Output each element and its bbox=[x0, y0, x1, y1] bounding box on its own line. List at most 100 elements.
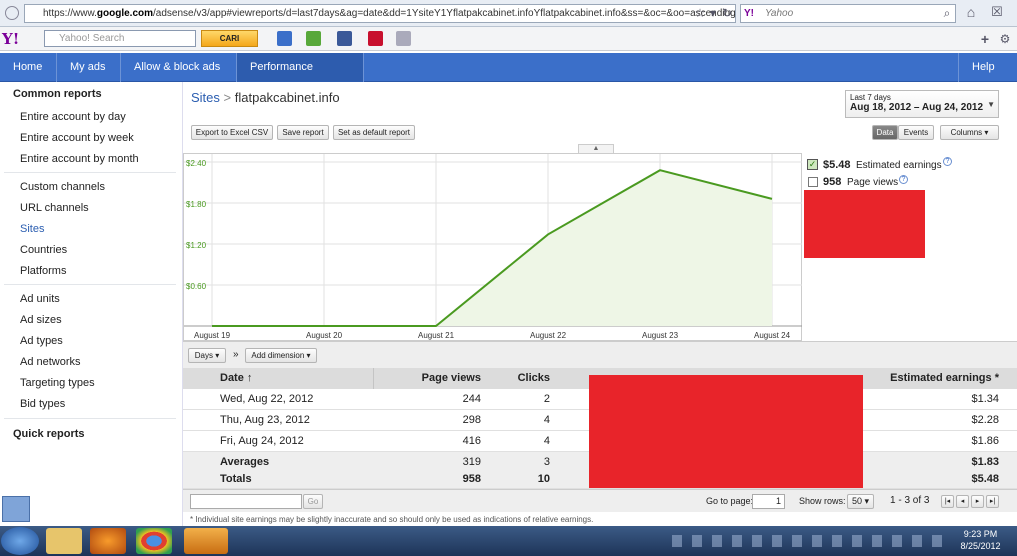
chart-svg: $2.40 $1.80 $1.20 $0.60 August 19 August 20 A… bbox=[184, 154, 803, 340]
col-earnings-header[interactable]: Estimated earnings * bbox=[890, 368, 999, 389]
sidebar-item-ad-sizes[interactable]: Ad sizes bbox=[20, 314, 62, 326]
yahoo-search-input[interactable]: Yahoo! Search bbox=[44, 30, 196, 47]
tab-home[interactable]: Home bbox=[0, 53, 57, 82]
set-default-report-button[interactable]: Set as default report bbox=[333, 125, 415, 140]
quick-reports-heading[interactable]: Quick reports bbox=[13, 428, 85, 440]
data-toggle-button[interactable]: Data bbox=[872, 125, 898, 140]
start-button-icon[interactable] bbox=[1, 527, 39, 555]
add-dimension-dropdown[interactable]: Add dimension ▾ bbox=[245, 348, 317, 363]
sidebar-item-account-week[interactable]: Entire account by week bbox=[20, 132, 134, 144]
totals-label: Totals bbox=[220, 473, 252, 485]
refresh-icon[interactable]: ↻ bbox=[720, 6, 734, 20]
search-icon[interactable]: ⌕ bbox=[940, 6, 954, 20]
chrome-taskbar-icon[interactable] bbox=[136, 528, 172, 554]
pagination-range: 1 - 3 of 3 bbox=[890, 495, 930, 506]
yahoo-logo[interactable]: Y! bbox=[2, 30, 19, 48]
earnings-area bbox=[212, 170, 772, 326]
export-csv-button[interactable]: Export to Excel CSV bbox=[191, 125, 273, 140]
x-tick-label: August 21 bbox=[418, 331, 455, 340]
add-dimension-label: Add dimension bbox=[251, 351, 305, 360]
sidebar-item-bid-types[interactable]: Bid types bbox=[20, 398, 65, 410]
last-page-icon[interactable]: ▸| bbox=[986, 495, 999, 508]
facebook-icon[interactable] bbox=[337, 31, 352, 46]
sidebar-item-sites[interactable]: Sites bbox=[20, 223, 44, 235]
cari-button[interactable]: CARI bbox=[201, 30, 258, 47]
tab-my-ads[interactable]: My ads bbox=[57, 53, 121, 82]
app-taskbar-icon[interactable] bbox=[184, 528, 228, 554]
total-clicks: 10 bbox=[537, 473, 550, 485]
go-button[interactable]: Go bbox=[303, 494, 323, 509]
sidebar-item-ad-units[interactable]: Ad units bbox=[20, 293, 60, 305]
sidebar-item-custom-channels[interactable]: Custom channels bbox=[20, 181, 105, 193]
prev-page-icon[interactable]: ◂ bbox=[956, 495, 969, 508]
pageviews-checkbox[interactable] bbox=[808, 177, 818, 187]
next-page-icon[interactable]: ▸ bbox=[971, 495, 984, 508]
earnings-help-icon[interactable]: ? bbox=[943, 157, 952, 166]
columns-button[interactable]: Columns ▾ bbox=[940, 125, 999, 140]
pageviews-label: Page views bbox=[847, 177, 899, 188]
earnings-checkbox[interactable]: ✓ bbox=[807, 159, 818, 170]
sidebar-item-platforms[interactable]: Platforms bbox=[20, 265, 66, 277]
sidebar-item-countries[interactable]: Countries bbox=[20, 244, 67, 256]
explorer-taskbar-icon[interactable] bbox=[46, 528, 82, 554]
redacted-block bbox=[589, 375, 863, 488]
collapse-chart-icon[interactable]: ▲ bbox=[578, 144, 614, 153]
data-label: Data bbox=[876, 128, 894, 137]
firefox-taskbar-icon[interactable] bbox=[90, 528, 126, 554]
tab-help-label: Help bbox=[972, 61, 995, 73]
cell-pageviews: 298 bbox=[462, 414, 481, 426]
star-icon[interactable]: ☆ bbox=[693, 6, 707, 20]
col-pageviews-header[interactable]: Page views bbox=[422, 368, 481, 389]
y-tick-label: $1.20 bbox=[186, 241, 207, 250]
sidebar-item-targeting-types[interactable]: Targeting types bbox=[20, 377, 95, 389]
tab-help[interactable]: Help bbox=[958, 53, 1007, 82]
col-clicks-header[interactable]: Clicks bbox=[518, 368, 550, 389]
browser-search-field[interactable]: Y! Yahoo bbox=[740, 4, 956, 23]
days-dropdown[interactable]: Days ▾ bbox=[188, 348, 226, 363]
x-tick-label: August 19 bbox=[194, 331, 231, 340]
col-date-header[interactable]: Date ↑ bbox=[220, 368, 252, 389]
sidebar-item-ad-networks[interactable]: Ad networks bbox=[20, 356, 81, 368]
date-range-picker[interactable]: Last 7 days Aug 18, 2012 – Aug 24, 2012 … bbox=[845, 90, 999, 118]
page-icon[interactable] bbox=[396, 31, 411, 46]
y-tick-label: $2.40 bbox=[186, 159, 207, 168]
flickr-icon[interactable] bbox=[368, 31, 383, 46]
mail-icon[interactable] bbox=[277, 31, 292, 46]
tab-allow-block-ads[interactable]: Allow & block ads bbox=[121, 53, 237, 82]
cell-date: Wed, Aug 22, 2012 bbox=[220, 393, 314, 405]
earnings-total: $5.48 bbox=[823, 159, 851, 171]
settings-icon[interactable]: ⚙ bbox=[998, 32, 1012, 46]
url-field[interactable]: https://www.google.com/adsense/v3/app#vi… bbox=[24, 4, 736, 23]
system-tray-icons[interactable] bbox=[672, 535, 942, 547]
first-page-icon[interactable]: |◂ bbox=[941, 495, 954, 508]
y-tick-label: $0.60 bbox=[186, 282, 207, 291]
back-icon[interactable] bbox=[5, 6, 19, 20]
rows-per-page-select[interactable]: 50 ▾ bbox=[847, 494, 874, 509]
home-icon[interactable]: ⌂ bbox=[964, 5, 978, 19]
cell-date: Thu, Aug 23, 2012 bbox=[220, 414, 310, 426]
close-tab-icon[interactable]: ☒ bbox=[990, 5, 1004, 19]
add-icon[interactable]: + bbox=[978, 32, 992, 46]
earnings-chart: $2.40 $1.80 $1.20 $0.60 August 19 August 20 A… bbox=[183, 153, 803, 341]
taskbar-clock[interactable]: 9:23 PM 8/25/2012 bbox=[948, 528, 1013, 552]
sidebar-divider bbox=[4, 172, 176, 173]
dropdown-icon[interactable]: ▾ bbox=[706, 6, 720, 20]
page-input[interactable]: 1 bbox=[752, 494, 785, 509]
sidebar-item-ad-types[interactable]: Ad types bbox=[20, 335, 63, 347]
breadcrumb-sites-link[interactable]: Sites bbox=[191, 90, 220, 105]
events-toggle-button[interactable]: Events bbox=[898, 125, 934, 140]
browser-search-placeholder: Yahoo bbox=[765, 8, 794, 19]
sidebar-item-url-channels[interactable]: URL channels bbox=[20, 202, 89, 214]
sidebar-item-account-day[interactable]: Entire account by day bbox=[20, 111, 126, 123]
filter-input[interactable] bbox=[190, 494, 302, 509]
download-icon[interactable] bbox=[2, 496, 30, 522]
url-domain: google.com bbox=[96, 8, 154, 19]
tab-performance-reports[interactable]: Performance reports bbox=[237, 53, 364, 102]
sidebar-item-account-month[interactable]: Entire account by month bbox=[20, 153, 139, 165]
col-divider bbox=[373, 368, 374, 389]
pageviews-help-icon[interactable]: ? bbox=[899, 175, 908, 184]
set-default-label: Set as default report bbox=[337, 128, 411, 137]
save-report-button[interactable]: Save report bbox=[277, 125, 329, 140]
puzzle-icon[interactable] bbox=[306, 31, 321, 46]
total-pageviews: 958 bbox=[462, 473, 481, 485]
